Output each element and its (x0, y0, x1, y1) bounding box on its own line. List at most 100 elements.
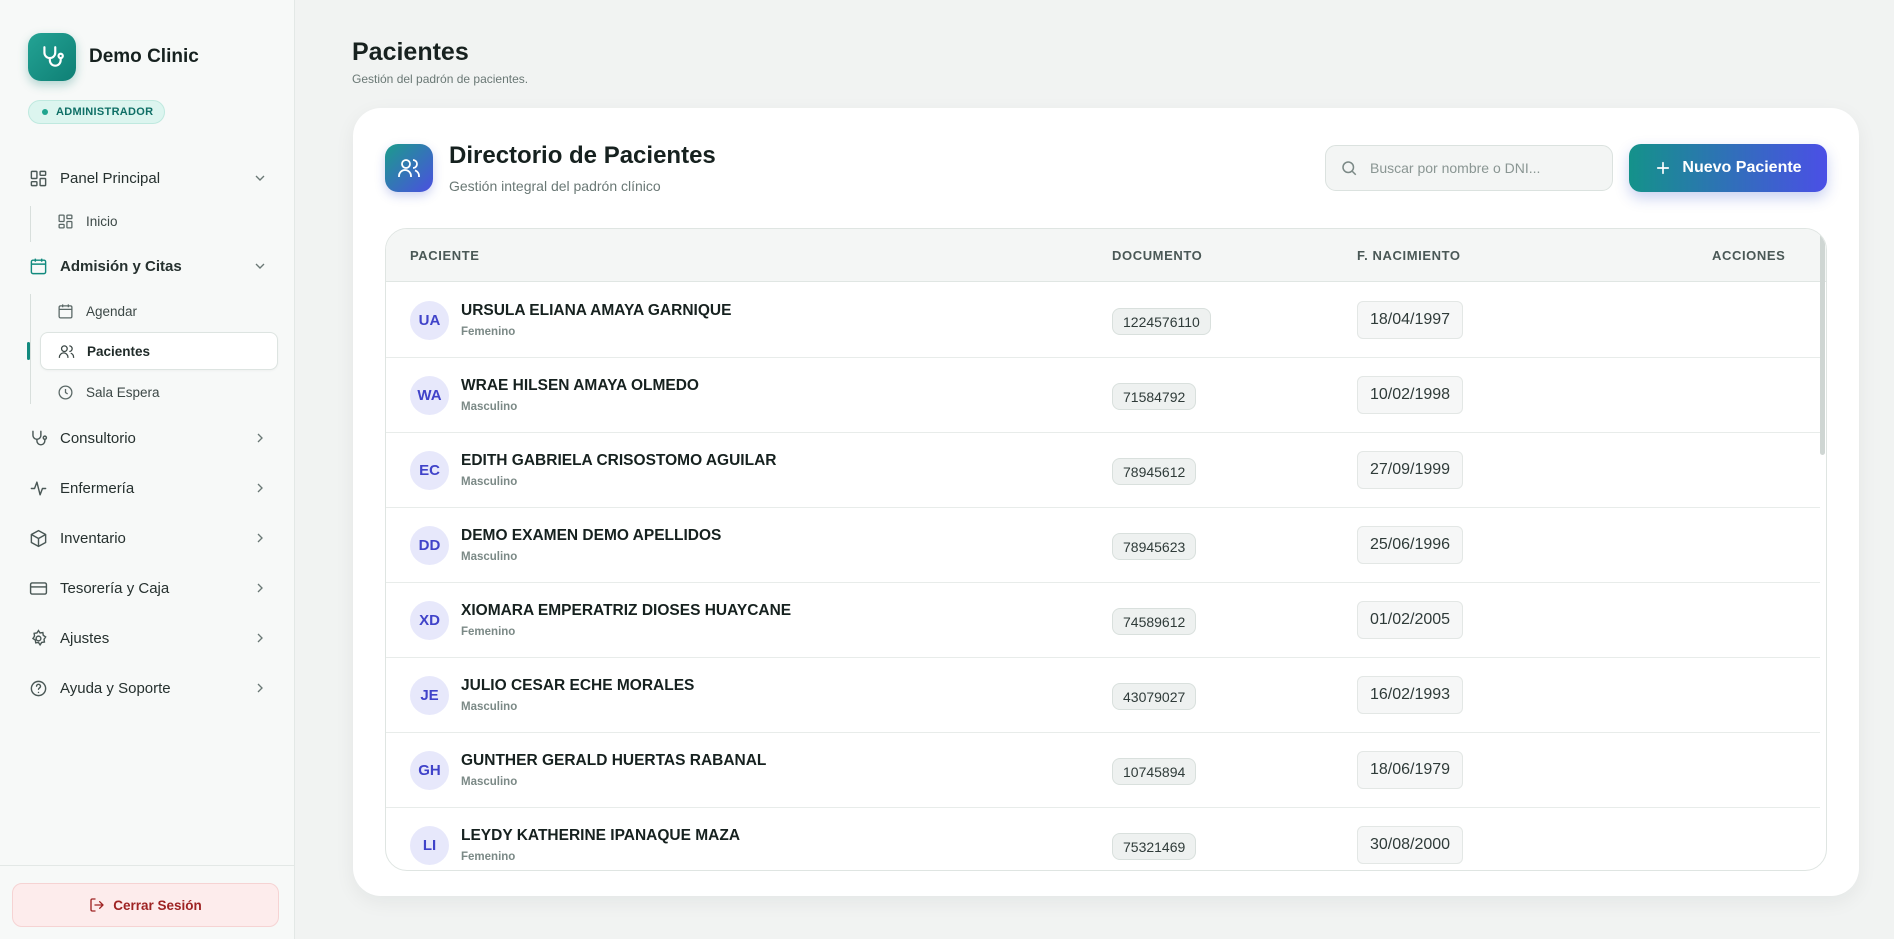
table-row[interactable]: XD XIOMARA EMPERATRIZ DIOSES HUAYCANE Fe… (386, 583, 1820, 658)
patient-gender: Masculino (461, 551, 518, 563)
table-row[interactable]: JE JULIO CESAR ECHE MORALES Masculino 43… (386, 658, 1820, 733)
table-row[interactable]: UA URSULA ELIANA AMAYA GARNIQUE Femenino… (386, 283, 1820, 358)
nav-panel-principal[interactable]: Panel Principal (28, 163, 268, 193)
sidebar-item-pacientes[interactable]: Pacientes (40, 332, 278, 370)
nav-label: Ajustes (60, 629, 110, 647)
avatar: LI (410, 826, 449, 865)
birth-date: 25/06/1996 (1357, 526, 1464, 564)
patients-card: Directorio de Pacientes Gestión integral… (353, 108, 1859, 896)
patient-gender: Masculino (461, 701, 518, 713)
active-indicator (27, 342, 30, 360)
nav-label: Admisión y Citas (60, 257, 182, 275)
card-subtitle: Gestión integral del padrón clínico (449, 178, 661, 194)
avatar: GH (410, 751, 449, 790)
sidebar-item-inicio[interactable]: Inicio (40, 202, 278, 240)
role-label: ADMINISTRADOR (56, 106, 154, 118)
sidebar-item-label: Agendar (86, 303, 138, 319)
stethoscope-icon (28, 428, 48, 448)
calendar-icon (28, 256, 48, 276)
birth-date: 27/09/1999 (1357, 451, 1464, 489)
page-title: Pacientes (352, 38, 469, 66)
logout-icon (90, 898, 104, 912)
patient-gender: Masculino (461, 776, 518, 788)
nav-label: Inventario (60, 529, 126, 547)
sidebar-item-sala-espera[interactable]: Sala Espera (40, 373, 278, 411)
search-box (1325, 145, 1613, 191)
box-icon (28, 528, 48, 548)
patient-name: URSULA ELIANA AMAYA GARNIQUE (461, 302, 732, 319)
document-badge: 1224576110 (1112, 308, 1211, 335)
birth-date: 10/02/1998 (1357, 376, 1464, 414)
avatar: EC (410, 451, 449, 490)
chevron-right-icon (257, 533, 263, 543)
nav-inventario[interactable]: Inventario (28, 523, 268, 553)
table-row[interactable]: WA WRAE HILSEN AMAYA OLMEDO Masculino 71… (386, 358, 1820, 433)
credit-card-icon (28, 578, 48, 598)
brand[interactable]: Demo Clinic (28, 33, 199, 81)
patient-name: LEYDY KATHERINE IPANAQUE MAZA (461, 827, 741, 844)
table-row[interactable]: EC EDITH GABRIELA CRISOSTOMO AGUILAR Mas… (386, 433, 1820, 508)
birth-date: 18/04/1997 (1357, 301, 1464, 339)
table-header: PACIENTE DOCUMENTO F. NACIMIENTO ACCIONE… (386, 229, 1826, 282)
sidebar-item-label: Sala Espera (86, 384, 160, 400)
submenu-line (30, 294, 31, 404)
nav-admision[interactable]: Admisión y Citas (28, 251, 268, 281)
chevron-down-icon (255, 175, 265, 181)
nav-label: Consultorio (60, 429, 136, 447)
column-header-actions: ACCIONES (1712, 248, 1786, 263)
patient-gender: Masculino (461, 401, 518, 413)
avatar: XD (410, 601, 449, 640)
nav-consultorio[interactable]: Consultorio (28, 423, 268, 453)
avatar: DD (410, 526, 449, 565)
calendar-icon (56, 302, 74, 320)
activity-icon (28, 478, 48, 498)
patient-gender: Femenino (461, 326, 516, 338)
sidebar-item-label: Pacientes (87, 343, 151, 359)
new-patient-label: Nuevo Paciente (1682, 159, 1802, 176)
gear-icon (28, 628, 48, 648)
scrollbar-thumb[interactable] (1820, 229, 1825, 455)
avatar: JE (410, 676, 449, 715)
nav-label: Tesorería y Caja (60, 579, 170, 597)
users-icon (57, 342, 75, 360)
new-patient-button[interactable]: Nuevo Paciente (1629, 144, 1827, 192)
logout-label: Cerrar Sesión (113, 897, 202, 913)
nav-tesoreria[interactable]: Tesorería y Caja (28, 573, 268, 603)
card-title: Directorio de Pacientes (449, 142, 716, 169)
table-scrollbar[interactable] (1820, 229, 1826, 870)
sidebar-item-agendar[interactable]: Agendar (40, 292, 278, 330)
document-badge: 74589612 (1112, 608, 1197, 635)
column-header-document: DOCUMENTO (1112, 248, 1203, 263)
users-icon (385, 144, 433, 192)
stethoscope-icon (28, 33, 76, 81)
nav-enfermeria[interactable]: Enfermería (28, 473, 268, 503)
avatar: WA (410, 376, 449, 415)
nav-ajustes[interactable]: Ajustes (28, 623, 268, 653)
birth-date: 16/02/1993 (1357, 676, 1464, 714)
search-input[interactable] (1370, 160, 1590, 176)
column-header-birth: F. NACIMIENTO (1357, 248, 1461, 263)
patient-name: JULIO CESAR ECHE MORALES (461, 677, 695, 694)
table-row[interactable]: LI LEYDY KATHERINE IPANAQUE MAZA Femenin… (386, 808, 1820, 870)
chevron-right-icon (257, 433, 263, 443)
dashboard-icon (56, 212, 74, 230)
table-row[interactable]: DD DEMO EXAMEN DEMO APELLIDOS Masculino … (386, 508, 1820, 583)
patient-name: EDITH GABRIELA CRISOSTOMO AGUILAR (461, 452, 777, 469)
column-header-patient: PACIENTE (410, 248, 480, 263)
patient-name: XIOMARA EMPERATRIZ DIOSES HUAYCANE (461, 602, 792, 619)
role-badge: ADMINISTRADOR (28, 100, 166, 124)
chevron-right-icon (257, 483, 263, 493)
patient-name: WRAE HILSEN AMAYA OLMEDO (461, 377, 699, 394)
patient-gender: Masculino (461, 476, 518, 488)
table-row[interactable]: GH GUNTHER GERALD HUERTAS RABANAL Mascul… (386, 733, 1820, 808)
logout-button[interactable]: Cerrar Sesión (12, 883, 279, 927)
patient-gender: Femenino (461, 851, 516, 863)
sidebar-footer: Cerrar Sesión (0, 865, 295, 939)
nav-ayuda[interactable]: Ayuda y Soporte (28, 673, 268, 703)
patient-name: GUNTHER GERALD HUERTAS RABANAL (461, 752, 767, 769)
submenu-line (30, 206, 31, 242)
patient-name: DEMO EXAMEN DEMO APELLIDOS (461, 527, 722, 544)
avatar: UA (410, 301, 449, 340)
nav-label: Panel Principal (60, 169, 161, 187)
document-badge: 78945612 (1112, 458, 1197, 485)
